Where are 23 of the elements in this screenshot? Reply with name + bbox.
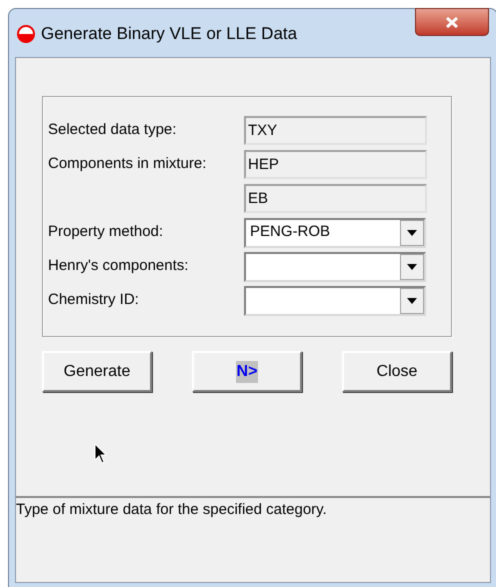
readonly-field: HEP	[244, 150, 427, 179]
dialog-button[interactable]: Generate	[42, 351, 152, 392]
dropdown-arrow-icon	[407, 264, 417, 270]
dialog-button[interactable]: Close	[342, 351, 452, 392]
app-icon	[17, 25, 35, 43]
dropdown-field[interactable]: PENG-ROB	[244, 218, 426, 248]
mouse-cursor-icon	[94, 443, 108, 465]
dropdown-arrow-icon	[407, 230, 417, 236]
next-button[interactable]: N>	[192, 351, 302, 392]
dropdown-arrow-icon	[407, 298, 417, 304]
field-label: Henry's components:	[48, 256, 190, 276]
dropdown-field[interactable]	[244, 286, 426, 316]
dropdown-field[interactable]	[244, 252, 426, 282]
field-label: Selected data type:	[48, 120, 178, 140]
window-title: Generate Binary VLE or LLE Data	[41, 24, 298, 44]
close-button[interactable]	[415, 8, 489, 36]
field-label: Chemistry ID:	[48, 290, 140, 310]
readonly-field: EB	[244, 184, 427, 213]
close-icon	[446, 16, 458, 28]
readonly-field: TXY	[244, 116, 427, 145]
field-label: Property method:	[48, 222, 164, 242]
prompt-text: Type of mixture data for the specified category.	[16, 501, 328, 519]
field-label: Components in mixture:	[48, 154, 208, 174]
